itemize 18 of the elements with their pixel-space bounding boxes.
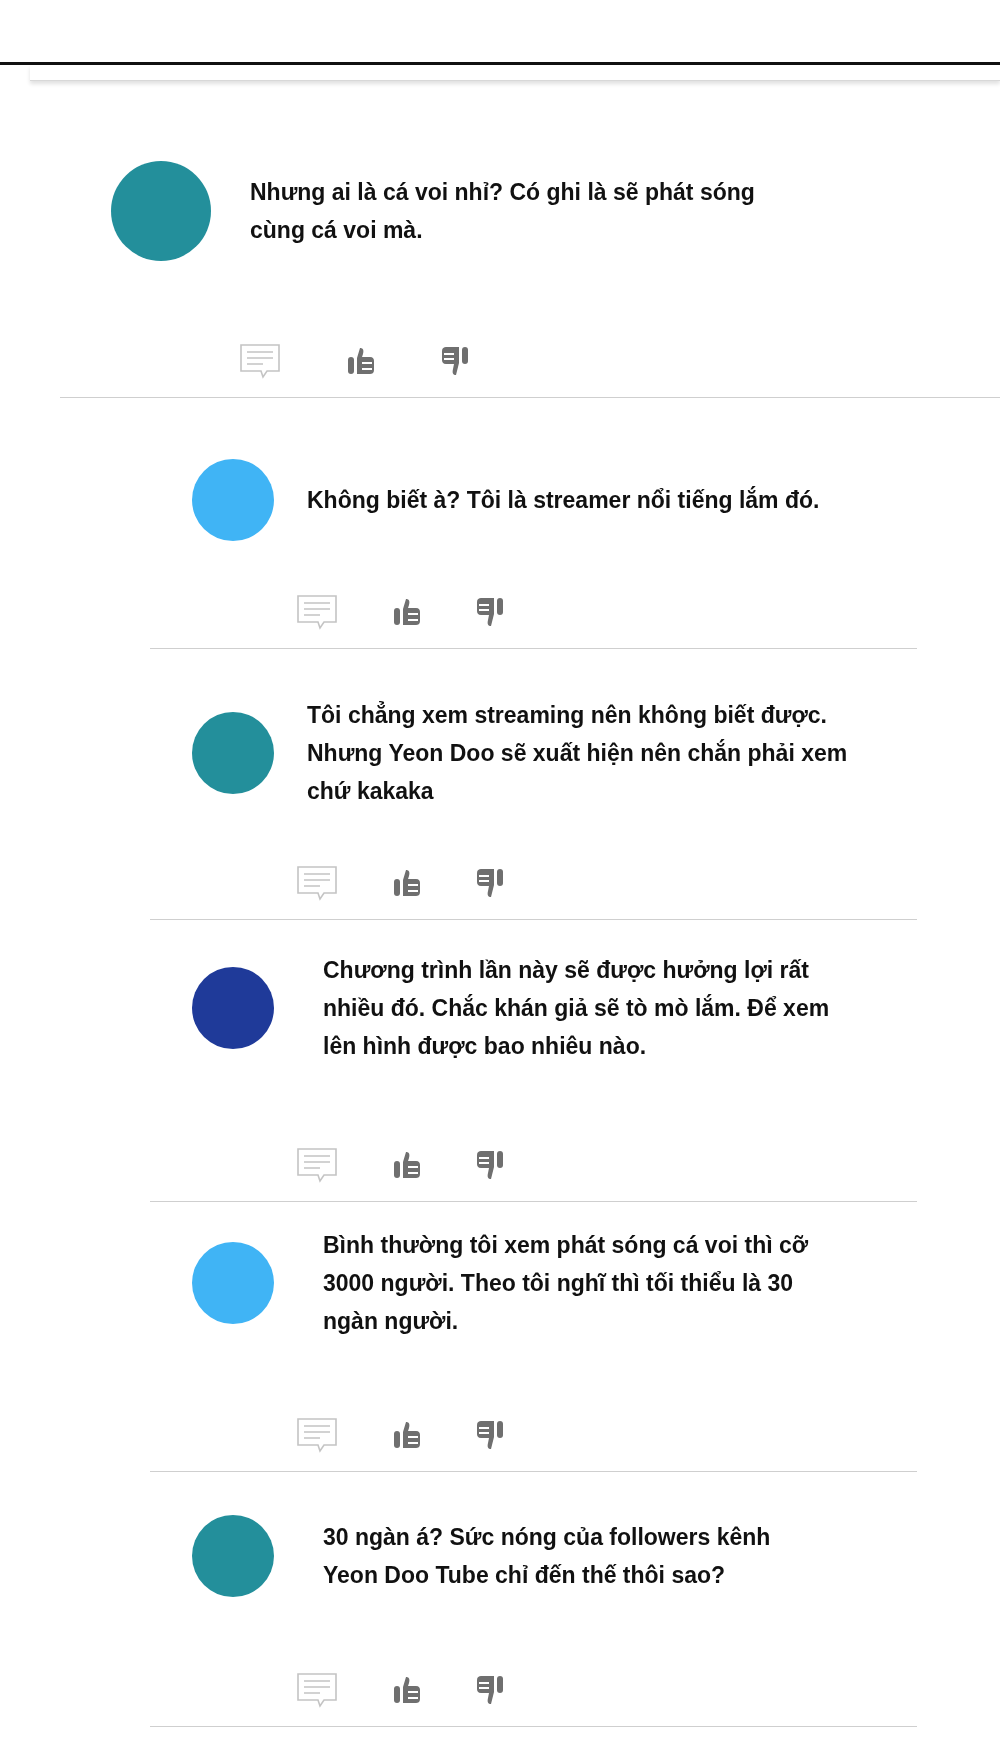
thumbs-down-icon[interactable]	[441, 345, 469, 377]
comment-text: Chương trình lần này sẽ được hưởng lợi rất nhiều đó. Chắc khán giả sẽ tò mò lắm. Để xem lên hình được bao nhiêu nào.	[323, 956, 831, 1061]
thumbs-up-icon[interactable]	[347, 346, 375, 376]
comment-text: Bình thường tôi xem phát sóng cá voi thì cỡ 3000 người. Theo tôi nghĩ thì tối thiểu là 30 ngàn người.	[323, 1231, 810, 1336]
thumbs-up-icon[interactable]	[393, 1420, 421, 1450]
comment-text: Tôi chẳng xem streaming nên không biết được. Nhưng Yeon Doo sẽ xuất hiện nên chắn phải xem chứ kakaka	[307, 700, 849, 806]
thumbs-up-icon[interactable]	[393, 868, 421, 898]
thumbs-up-icon[interactable]	[393, 1675, 421, 1705]
thumbs-down-icon[interactable]	[476, 1419, 504, 1451]
comment-text: 30 ngàn á? Sức nóng của followers kênh Yeon Doo Tube chỉ đến thế thôi sao?	[323, 1523, 772, 1590]
thumbs-down-icon[interactable]	[476, 1674, 504, 1706]
thumbs-up-icon[interactable]	[393, 1150, 421, 1180]
thumbs-down-icon[interactable]	[476, 867, 504, 899]
thumbs-up-icon[interactable]	[393, 597, 421, 627]
thumbs-down-icon[interactable]	[476, 596, 504, 628]
thumbs-down-icon[interactable]	[476, 1149, 504, 1181]
comment-text: Không biết à? Tôi là streamer nổi tiếng lắm đó.	[307, 485, 821, 515]
comment-text: Nhưng ai là cá voi nhỉ? Có ghi là sẽ phát sóng cùng cá voi mà.	[250, 178, 756, 245]
